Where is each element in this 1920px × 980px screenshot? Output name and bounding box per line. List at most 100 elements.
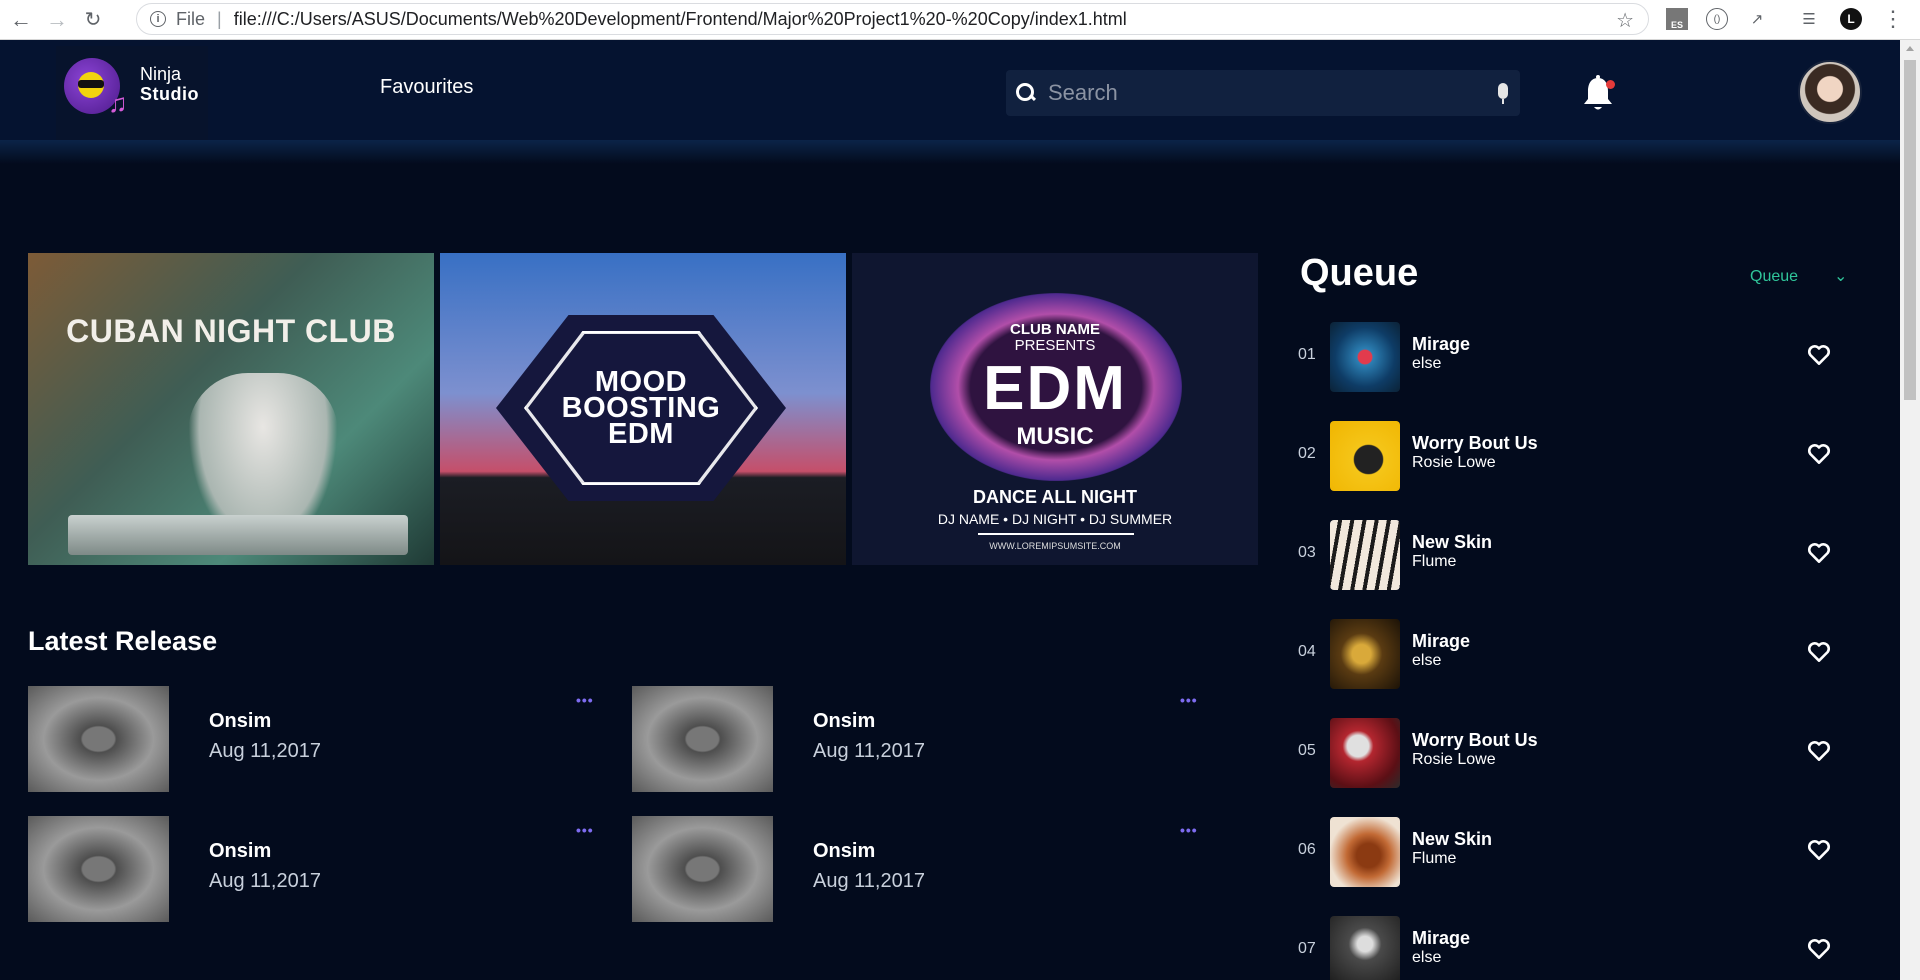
release-name[interactable]: Onsim (813, 710, 875, 733)
release-date: Aug 11,2017 (813, 740, 925, 762)
heart-icon[interactable] (1806, 441, 1832, 467)
queue-item-art[interactable] (1330, 718, 1400, 788)
heart-icon[interactable] (1806, 936, 1832, 962)
page-scrollbar[interactable] (1900, 40, 1920, 980)
release-date: Aug 11,2017 (209, 740, 321, 762)
header-shadow (0, 140, 1900, 164)
release-item[interactable]: Onsim Aug 11,2017 ••• (632, 816, 1212, 926)
heart-icon[interactable] (1806, 738, 1832, 764)
info-icon[interactable]: i (150, 11, 166, 27)
logo-text-studio: Studio (140, 84, 199, 104)
browser-toolbar: ← → ↻ i File | file:///C:/Users/ASUS/Doc… (0, 0, 1920, 40)
release-thumbnail[interactable] (632, 816, 773, 922)
banner-line-3: EDM (608, 418, 674, 450)
queue-item-number: 07 (1298, 940, 1316, 957)
queue-item-art[interactable] (1330, 817, 1400, 887)
forward-arrow-icon[interactable]: → (42, 5, 72, 35)
media-queue-icon[interactable]: ☰ (1798, 8, 1820, 30)
queue-item-title[interactable]: Worry Bout Us (1412, 433, 1538, 454)
profile-icon[interactable]: L (1840, 8, 1862, 30)
release-item[interactable]: Onsim Aug 11,2017 ••• (28, 686, 608, 796)
queue-item-number: 01 (1298, 346, 1316, 363)
release-name[interactable]: Onsim (209, 710, 271, 733)
queue-item[interactable]: 02 Worry Bout Us Rosie Lowe (1298, 421, 1858, 491)
banner-title: CUBAN NIGHT CLUB (66, 313, 396, 349)
bookmark-star-icon[interactable]: ☆ (1616, 8, 1634, 33)
scheme-separator: | (217, 8, 222, 29)
banner-cuban-night-club[interactable]: CUBAN NIGHT CLUB (28, 253, 434, 565)
nav-favourites[interactable]: Favourites (380, 76, 473, 99)
queue-item-art[interactable] (1330, 421, 1400, 491)
back-arrow-icon[interactable]: ← (6, 5, 36, 35)
queue-item-artist: Rosie Lowe (1412, 454, 1496, 471)
search-bar (1006, 70, 1520, 116)
release-thumbnail[interactable] (28, 686, 169, 792)
queue-item-number: 05 (1298, 742, 1316, 759)
url-text[interactable]: file:///C:/Users/ASUS/Documents/Web%20De… (234, 9, 1127, 30)
queue-dropdown[interactable]: Queue (1750, 268, 1798, 286)
chevron-down-icon[interactable]: ⌄ (1834, 266, 1847, 286)
extension-chart-icon[interactable]: ↗ (1746, 8, 1768, 30)
queue-item-number: 03 (1298, 544, 1316, 561)
logo-eyes-icon (78, 80, 104, 88)
queue-item[interactable]: 05 Worry Bout Us Rosie Lowe (1298, 718, 1858, 788)
browser-menu-icon[interactable]: ⋮ (1882, 4, 1904, 34)
release-item[interactable]: Onsim Aug 11,2017 ••• (28, 816, 608, 926)
banner-mood-boosting-edm[interactable]: MOOD BOOSTING EDM (440, 253, 846, 565)
release-thumbnail[interactable] (632, 686, 773, 792)
queue-item-title[interactable]: Mirage (1412, 631, 1470, 652)
queue-item-artist: Rosie Lowe (1412, 751, 1496, 768)
scheme-label: File (176, 8, 206, 29)
logo-text-ninja: Ninja (140, 64, 182, 84)
queue-item[interactable]: 03 New Skin Flume (1298, 520, 1858, 590)
more-options-icon[interactable]: ••• (1180, 822, 1198, 838)
queue-item-art[interactable] (1330, 916, 1400, 980)
queue-item[interactable]: 06 New Skin Flume (1298, 817, 1858, 887)
queue-item[interactable]: 04 Mirage else (1298, 619, 1858, 689)
search-icon[interactable] (1016, 83, 1036, 103)
release-date: Aug 11,2017 (209, 870, 321, 892)
queue-item-title[interactable]: New Skin (1412, 829, 1492, 850)
address-bar[interactable]: i File | file:///C:/Users/ASUS/Documents… (136, 3, 1649, 35)
banner-text: MOOD BOOSTING EDM (496, 368, 786, 450)
queue-item-title[interactable]: New Skin (1412, 532, 1492, 553)
heart-icon[interactable] (1806, 342, 1832, 368)
queue-title: Queue (1300, 252, 1419, 294)
more-options-icon[interactable]: ••• (576, 822, 594, 838)
release-name[interactable]: Onsim (813, 840, 875, 863)
latest-release-title: Latest Release (28, 626, 218, 656)
heart-icon[interactable] (1806, 540, 1832, 566)
reload-icon[interactable]: ↻ (78, 5, 108, 35)
dj-deck-image (68, 515, 408, 555)
queue-item-number: 06 (1298, 841, 1316, 858)
extension-es-icon[interactable]: ES (1666, 8, 1688, 30)
queue-item-number: 04 (1298, 643, 1316, 660)
queue-item-title[interactable]: Mirage (1412, 928, 1470, 949)
queue-item[interactable]: 01 Mirage else (1298, 322, 1858, 392)
extension-circle-icon[interactable]: () (1706, 8, 1728, 30)
search-input[interactable] (1048, 78, 1478, 108)
queue-item-art[interactable] (1330, 322, 1400, 392)
release-name[interactable]: Onsim (209, 840, 271, 863)
queue-item[interactable]: 07 Mirage else (1298, 916, 1858, 980)
banner-edm-music[interactable]: CLUB NAME PRESENTS EDM MUSIC DANCE ALL N… (852, 253, 1258, 565)
queue-item-title[interactable]: Worry Bout Us (1412, 730, 1538, 751)
banner-club-name: CLUB NAME (1010, 321, 1100, 338)
scroll-thumb[interactable] (1904, 60, 1916, 400)
heart-icon[interactable] (1806, 639, 1832, 665)
avatar[interactable] (1798, 60, 1862, 124)
notification-badge (1606, 80, 1615, 89)
scroll-up-arrow-icon[interactable] (1906, 46, 1914, 51)
microphone-icon[interactable] (1498, 83, 1508, 104)
queue-item-title[interactable]: Mirage (1412, 334, 1470, 355)
release-item[interactable]: Onsim Aug 11,2017 ••• (632, 686, 1212, 796)
more-options-icon[interactable]: ••• (576, 692, 594, 708)
release-thumbnail[interactable] (28, 816, 169, 922)
banner-edm: EDM (983, 354, 1127, 423)
more-options-icon[interactable]: ••• (1180, 692, 1198, 708)
banner-divider (978, 533, 1134, 535)
queue-item-artist: else (1412, 652, 1442, 669)
queue-item-art[interactable] (1330, 619, 1400, 689)
heart-icon[interactable] (1806, 837, 1832, 863)
queue-item-art[interactable] (1330, 520, 1400, 590)
